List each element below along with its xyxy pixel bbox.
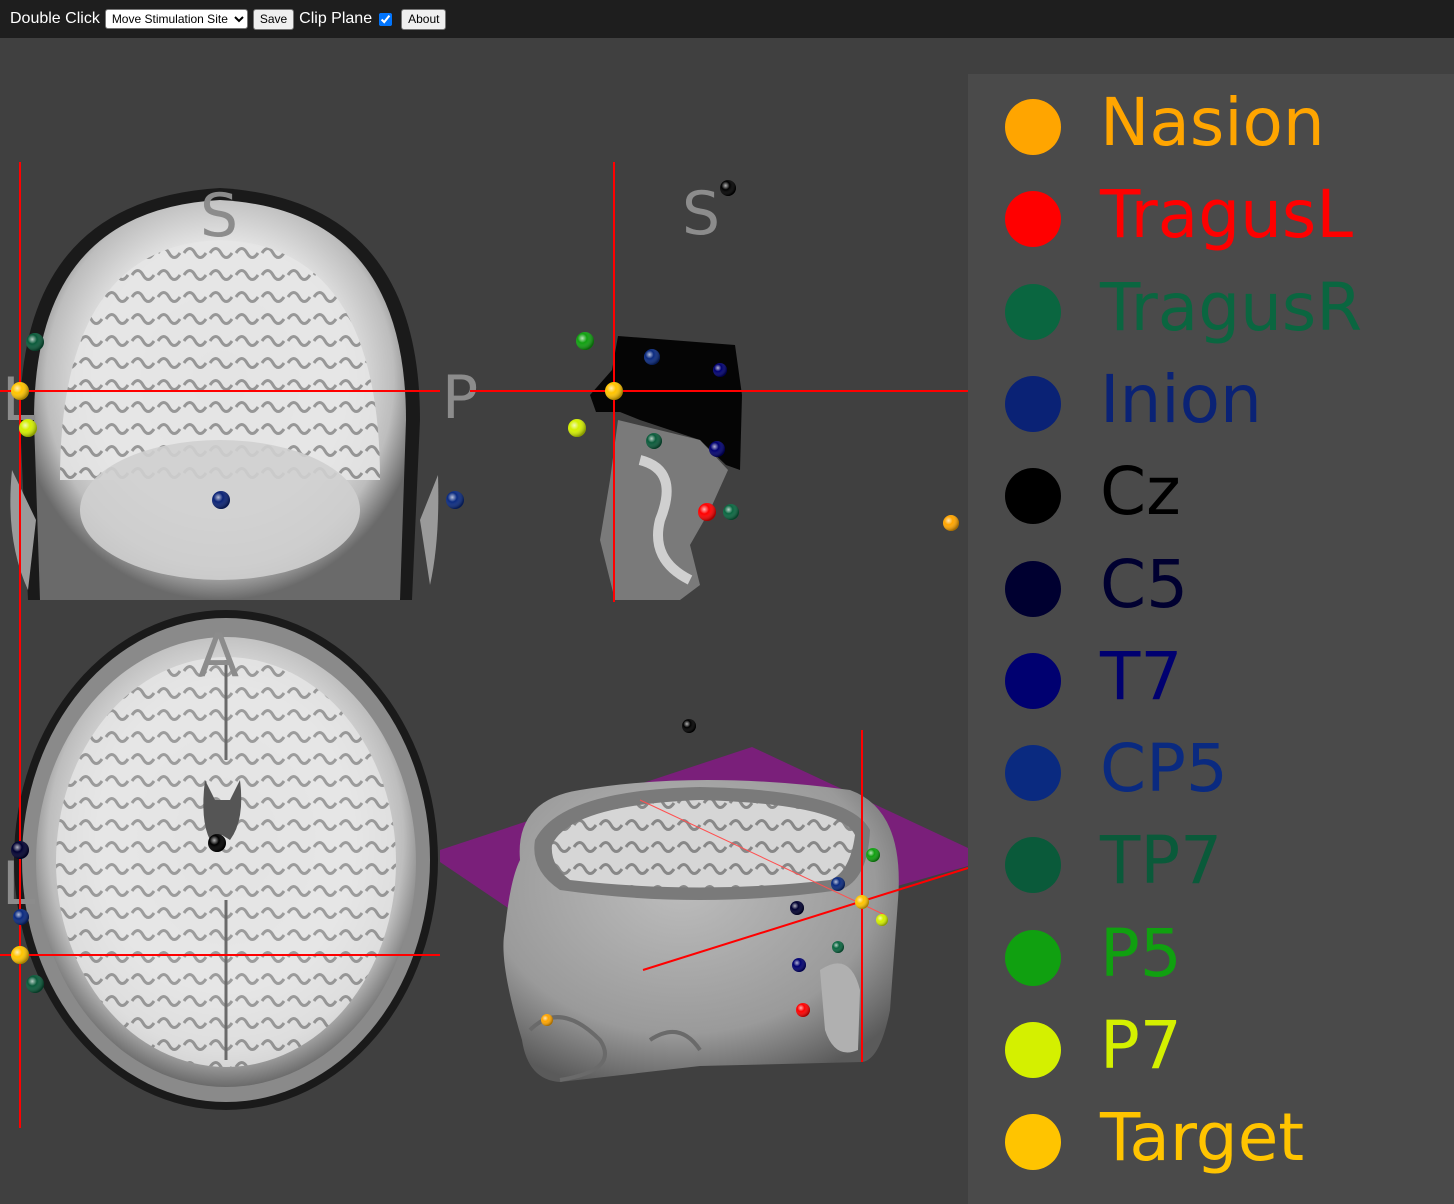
electrode-marker-highlight [723, 504, 739, 520]
electrode-marker-highlight [11, 946, 29, 964]
legend-item-p7: P7 [968, 1002, 1454, 1094]
save-button[interactable]: Save [252, 8, 295, 30]
legend-dot-icon [1005, 560, 1061, 617]
electrode-marker-highlight [446, 491, 464, 509]
legend-item-cz: Cz [968, 448, 1454, 540]
legend-dot-icon [1005, 468, 1061, 525]
legend-label: TragusR [1100, 268, 1363, 346]
legend-item-c5: C5 [968, 541, 1454, 633]
clip-plane-checkbox[interactable] [379, 12, 393, 26]
axial-anterior-label: A [198, 621, 239, 691]
electrode-marker-highlight [208, 834, 226, 852]
legend-label: CP5 [1100, 730, 1228, 808]
electrode-marker-highlight [792, 958, 806, 972]
electrode-marker-highlight [832, 941, 844, 953]
coronal-cerebellum [80, 440, 360, 580]
electrode-marker-highlight [644, 349, 660, 365]
legend-dot-icon [1005, 652, 1061, 709]
legend-dot-icon [1005, 837, 1061, 894]
legend-dot-icon [1005, 1022, 1061, 1078]
legend-dot-icon [1005, 929, 1061, 986]
legend-dot-icon [1005, 1114, 1061, 1171]
electrode-marker-highlight [943, 515, 959, 531]
sagittal-view[interactable]: S [470, 162, 968, 602]
electrode-marker-highlight [713, 363, 727, 377]
electrode-marker-highlight [682, 719, 696, 733]
electrode-marker-highlight [709, 441, 725, 457]
double-click-label: Double Click [10, 10, 100, 27]
toolbar: Double Click Move Stimulation Site Save … [0, 0, 1454, 38]
electrode-marker-highlight [796, 1003, 810, 1017]
about-button[interactable]: About [401, 8, 447, 30]
legend-label: Nasion [1100, 84, 1325, 161]
legend-label: TP7 [1100, 822, 1223, 900]
electrode-marker-highlight [11, 382, 29, 400]
legend-item-tragusl: TragusL [968, 171, 1454, 263]
electrode-marker-highlight [866, 848, 880, 862]
legend-label: C5 [1100, 545, 1189, 623]
legend-label: T7 [1100, 637, 1183, 715]
electrode-marker-highlight [605, 382, 623, 400]
electrode-marker-highlight [26, 975, 44, 993]
electrode-marker-highlight [698, 503, 716, 521]
coronal-superior-label: S [200, 181, 238, 251]
legend-dot-icon [1005, 99, 1061, 155]
legend-label: Cz [1100, 453, 1181, 531]
legend-item-tragusr: TragusR [968, 264, 1454, 356]
coronal-right-label: P [442, 363, 478, 433]
electrode-marker-highlight [568, 419, 586, 437]
electrode-marker-highlight [876, 914, 888, 926]
electrode-marker-highlight [11, 841, 29, 859]
electrode-marker-highlight [831, 877, 845, 891]
electrode-marker-highlight [790, 901, 804, 915]
electrode-marker-highlight [576, 332, 594, 350]
legend-label: Inion [1100, 360, 1262, 438]
legend-item-t7: T7 [968, 633, 1454, 725]
legend-item-inion: Inion [968, 356, 1454, 448]
axial-view[interactable]: A L [0, 602, 440, 1128]
legend-label: Target [1100, 1099, 1305, 1177]
legend-label: P7 [1100, 1007, 1182, 1084]
legend-item-p5: P5 [968, 910, 1454, 1002]
legend-label: P5 [1100, 914, 1182, 992]
coronal-right-ear [420, 475, 439, 585]
legend-item-target: Target [968, 1094, 1454, 1186]
electrode-marker-highlight [541, 1014, 553, 1026]
electrode-legend: Nasion TragusL TragusR Inion Cz C5 T7 CP5 TP7 P5 P… [968, 74, 1454, 1204]
legend-dot-icon [1005, 745, 1061, 802]
electrode-marker-highlight [646, 433, 662, 449]
legend-label: TragusL [1100, 176, 1354, 254]
electrode-marker-highlight [26, 333, 44, 351]
sagittal-superior-label: S [682, 179, 720, 249]
electrode-marker-highlight [212, 491, 230, 509]
electrode-marker-highlight [13, 909, 29, 925]
legend-dot-icon [1005, 375, 1061, 432]
render-3d-view[interactable] [440, 730, 969, 1082]
coronal-view[interactable]: S L P [0, 162, 478, 602]
double-click-action-select[interactable]: Move Stimulation Site [104, 9, 248, 29]
legend-item-nasion: Nasion [968, 79, 1454, 171]
clip-plane-label: Clip Plane [299, 10, 373, 27]
electrode-marker-highlight [720, 180, 736, 196]
electrode-marker-highlight [855, 895, 869, 909]
electrode-marker-highlight [19, 419, 37, 437]
legend-dot-icon [1005, 191, 1061, 248]
legend-dot-icon [1005, 283, 1061, 340]
legend-item-cp5: CP5 [968, 725, 1454, 817]
legend-item-tp7: TP7 [968, 817, 1454, 909]
